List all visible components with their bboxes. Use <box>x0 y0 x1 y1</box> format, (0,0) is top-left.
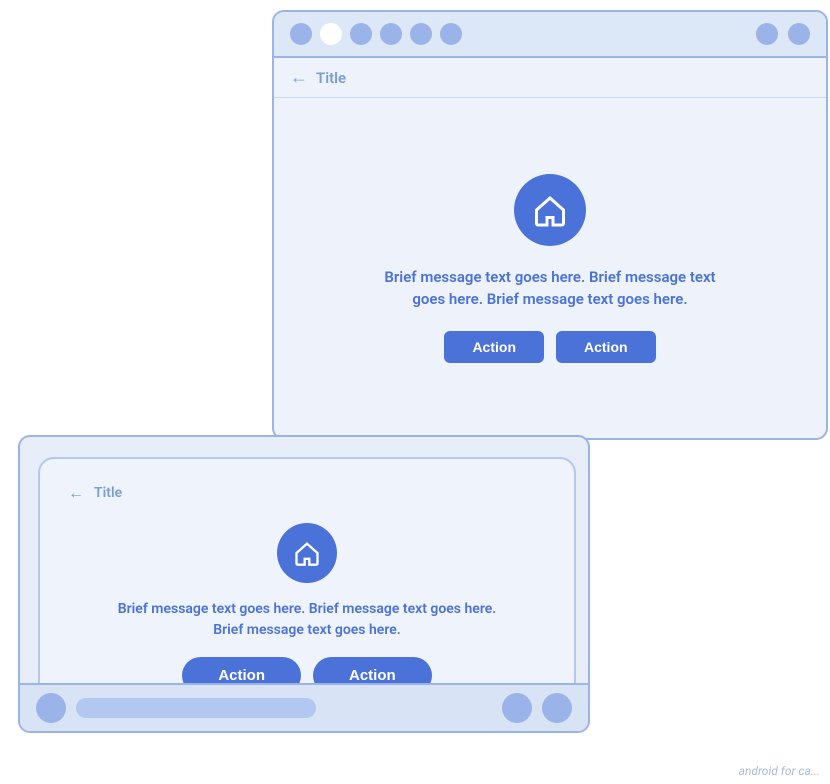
back-arrow-icon[interactable]: ← <box>290 67 308 88</box>
dot-blue-1 <box>290 23 312 45</box>
nav-bar-back: ← Title <box>274 58 826 98</box>
bottom-dot-1 <box>36 693 66 723</box>
top-bar <box>274 12 826 58</box>
content-area-back: Brief message text goes here. Brief mess… <box>274 98 826 438</box>
front-panel: ← Title Brief message text goes here. Br… <box>18 435 590 733</box>
action-buttons-back: Action Action <box>444 331 655 363</box>
bottom-dot-3 <box>542 693 572 723</box>
dot-blue-r1 <box>756 23 778 45</box>
home-icon-circle-front <box>277 523 337 583</box>
nav-bar-front: ← Title <box>68 483 546 503</box>
back-arrow-icon-front[interactable]: ← <box>68 483 84 503</box>
top-bar-right <box>756 23 810 45</box>
bottom-pill <box>76 698 316 718</box>
bottom-dot-2 <box>502 693 532 723</box>
home-icon <box>532 192 568 228</box>
nav-title-back: Title <box>316 69 346 87</box>
nav-title-front: Title <box>94 485 122 501</box>
action1-button-back[interactable]: Action <box>444 331 544 363</box>
dot-blue-r2 <box>788 23 810 45</box>
dot-blue-5 <box>440 23 462 45</box>
dot-blue-2 <box>350 23 372 45</box>
action2-button-back[interactable]: Action <box>556 331 656 363</box>
watermark-text: android for ca... <box>739 764 820 778</box>
dot-blue-3 <box>380 23 402 45</box>
dot-blue-4 <box>410 23 432 45</box>
back-panel: ← Title Brief message text goes here. Br… <box>272 10 828 440</box>
dot-white <box>320 23 342 45</box>
message-text-front: Brief message text goes here. Brief mess… <box>117 599 497 641</box>
top-bar-dots <box>290 23 462 45</box>
home-icon-circle <box>514 174 586 246</box>
message-text-back: Brief message text goes here. Brief mess… <box>380 266 720 311</box>
front-panel-bottom-bar <box>20 683 588 731</box>
home-icon-front <box>293 539 321 567</box>
